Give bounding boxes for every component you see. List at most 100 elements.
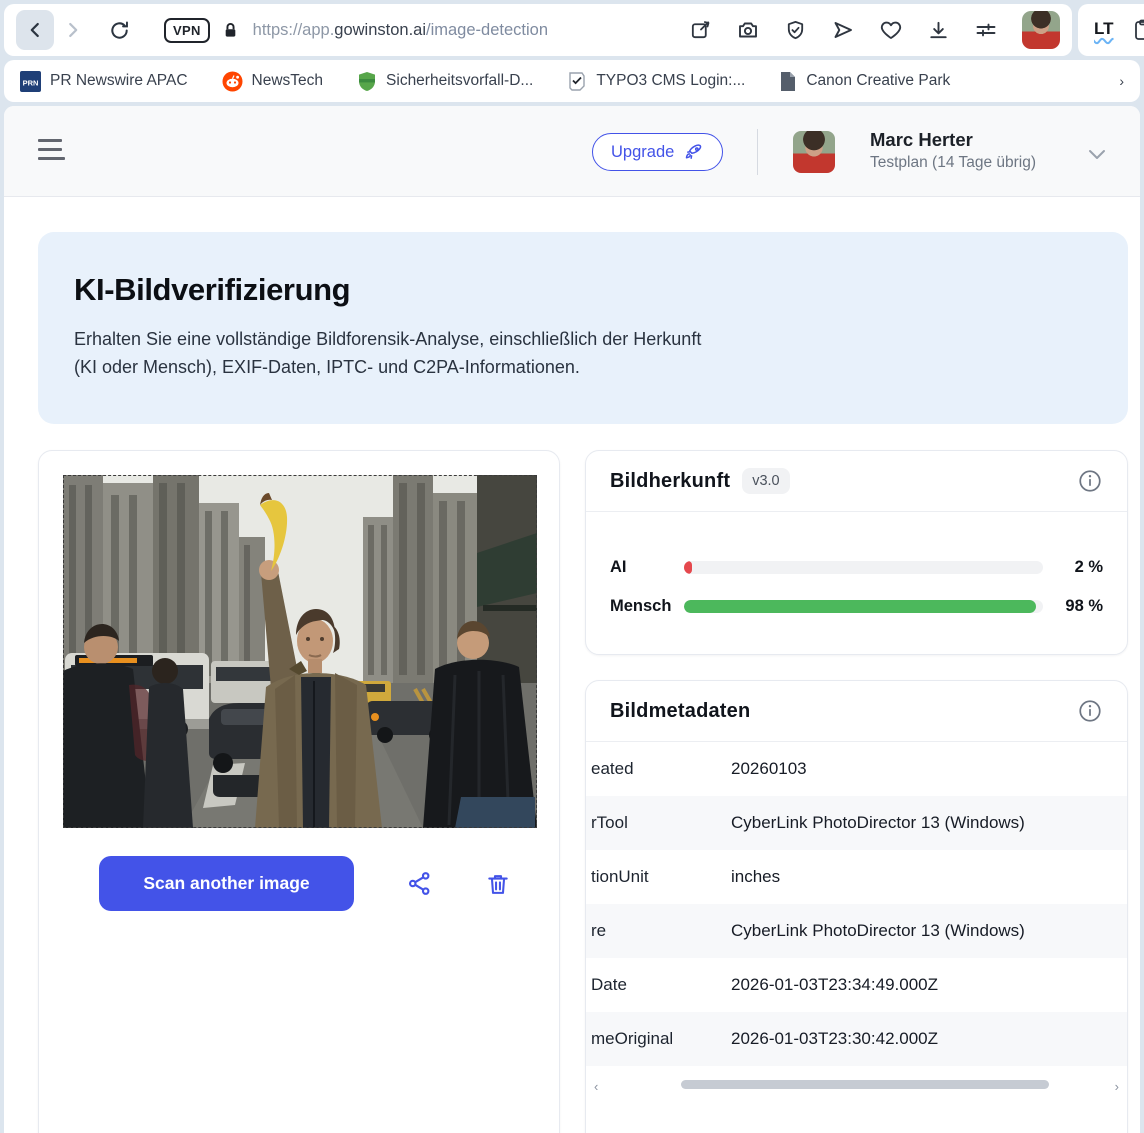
metadata-card: Bildmetadaten eated20260103rToolCyberLin… — [585, 680, 1128, 1133]
progress-fill — [684, 600, 1036, 613]
metadata-title: Bildmetadaten — [610, 700, 750, 723]
bookmark-item[interactable]: TYPO3 CMS Login:... — [567, 71, 745, 92]
scroll-left-chevron[interactable]: ‹ — [594, 1079, 598, 1094]
clipboard-icon[interactable] — [1134, 19, 1144, 41]
metadata-table: eated20260103rToolCyberLink PhotoDirecto… — [586, 742, 1127, 1066]
progress-track — [684, 600, 1043, 613]
download-icon[interactable] — [927, 19, 950, 42]
menu-button[interactable] — [38, 139, 68, 166]
heart-icon[interactable] — [879, 18, 903, 42]
version-badge: v3.0 — [742, 468, 789, 494]
scroll-right-chevron[interactable]: › — [1115, 1079, 1119, 1094]
page-title: KI-Bildverifizierung — [74, 272, 1092, 308]
bookmark-item[interactable]: PRNPR Newswire APAC — [20, 71, 188, 92]
bar-label: AI — [610, 558, 684, 577]
delete-button[interactable] — [485, 871, 511, 897]
metadata-value: CyberLink PhotoDirector 13 (Windows) — [731, 921, 1025, 941]
app-header: Upgrade Marc Herter Testplan (14 Tage üb… — [4, 106, 1140, 197]
upgrade-button[interactable]: Upgrade — [592, 133, 723, 171]
reddit-favicon — [222, 71, 243, 92]
info-icon — [1077, 468, 1103, 494]
bookmark-label: Sicherheitsvorfall-D... — [386, 72, 533, 90]
progress-track — [684, 561, 1043, 574]
bookmarks-bar: PRNPR Newswire APAC NewsTech Sicherheitsvo… — [4, 60, 1140, 102]
send-icon[interactable] — [831, 18, 855, 42]
metadata-key: meOriginal — [586, 1029, 731, 1049]
camera-icon[interactable] — [736, 18, 760, 42]
image-actions: Scan another image — [63, 856, 535, 911]
metadata-key: Date — [586, 975, 731, 995]
forward-icon — [62, 19, 84, 41]
scanned-image-card: Scan another image — [38, 450, 560, 1133]
shield-check-icon[interactable] — [784, 19, 807, 42]
back-button[interactable] — [16, 10, 54, 50]
origin-card: Bildherkunft v3.0 AI 2 % Mensch 98 % — [585, 450, 1128, 655]
languagetool-icon[interactable]: LT — [1094, 19, 1114, 42]
url-text[interactable]: https://app.gowinston.ai/image-detection — [253, 21, 681, 40]
metadata-key: eated — [586, 759, 731, 779]
bookmark-item[interactable]: Sicherheitsvorfall-D... — [357, 71, 533, 92]
prn-favicon: PRN — [20, 71, 41, 92]
browser-profile-avatar[interactable] — [1022, 11, 1060, 49]
metadata-row: eated20260103 — [586, 742, 1127, 796]
bookmark-item[interactable]: Canon Creative Park — [779, 71, 950, 92]
bookmark-label: NewsTech — [252, 72, 324, 90]
reddit-favicon — [222, 71, 243, 92]
back-icon — [24, 19, 46, 41]
scrollbar-thumb[interactable] — [681, 1080, 1049, 1089]
results-column: Bildherkunft v3.0 AI 2 % Mensch 98 % Bildme… — [585, 450, 1128, 1133]
share-icon — [406, 870, 433, 897]
bar-label: Mensch — [610, 597, 684, 616]
compose-icon[interactable] — [689, 19, 712, 42]
scan-another-image-button[interactable]: Scan another image — [99, 856, 354, 911]
checkshield-favicon — [567, 71, 587, 92]
bookmark-item[interactable]: NewsTech — [222, 71, 324, 92]
trash-icon — [485, 871, 511, 897]
origin-info-button[interactable] — [1077, 468, 1103, 494]
progress-fill — [684, 561, 692, 574]
metadata-key: rTool — [586, 813, 731, 833]
document-favicon — [779, 71, 797, 92]
metadata-info-button[interactable] — [1077, 698, 1103, 724]
street-photo-illustration — [63, 475, 537, 828]
metadata-row: rToolCyberLink PhotoDirector 13 (Windows… — [586, 796, 1127, 850]
scanned-image — [63, 475, 537, 828]
metadata-value: 20260103 — [731, 759, 807, 779]
lock-icon[interactable] — [220, 20, 241, 41]
origin-bar-row: AI 2 % — [610, 558, 1103, 577]
intro-banner: KI-Bildverifizierung Erhalten Sie eine v… — [38, 232, 1128, 424]
svg-text:PRN: PRN — [23, 78, 39, 87]
browser-address-bar[interactable]: VPN https://app.gowinston.ai/image-detec… — [4, 4, 1072, 56]
user-plan: Testplan (14 Tage übrig) — [870, 154, 1036, 172]
bookmarks-overflow-chevron[interactable]: › — [1119, 73, 1124, 89]
bar-value: 2 % — [1043, 558, 1103, 577]
bar-value: 98 % — [1043, 597, 1103, 616]
user-avatar[interactable] — [793, 131, 835, 173]
metadata-row: Date2026-01-03T23:34:49.000Z — [586, 958, 1127, 1012]
prn-favicon: PRN — [20, 71, 41, 92]
metadata-value: 2026-01-03T23:30:42.000Z — [731, 1029, 938, 1049]
vpn-badge[interactable]: VPN — [164, 18, 210, 43]
reload-icon — [108, 19, 131, 42]
reload-button[interactable] — [100, 10, 138, 50]
origin-title: Bildherkunft — [610, 470, 730, 493]
metadata-key: re — [586, 921, 731, 941]
metadata-value: CyberLink PhotoDirector 13 (Windows) — [731, 813, 1025, 833]
info-icon — [1077, 698, 1103, 724]
metadata-key: tionUnit — [586, 867, 731, 887]
metadata-value: 2026-01-03T23:34:49.000Z — [731, 975, 938, 995]
typo3-favicon — [567, 71, 587, 92]
shield-favicon — [357, 71, 377, 92]
user-name: Marc Herter — [870, 129, 973, 151]
sliders-icon[interactable] — [974, 18, 998, 42]
document-favicon — [779, 71, 797, 92]
forward-button[interactable] — [54, 10, 92, 50]
metadata-row: reCyberLink PhotoDirector 13 (Windows) — [586, 904, 1127, 958]
rocket-icon — [683, 142, 704, 163]
share-button[interactable] — [406, 870, 433, 897]
metadata-hscrollbar[interactable]: ‹ › — [586, 1072, 1127, 1102]
bookmark-label: TYPO3 CMS Login:... — [596, 72, 745, 90]
chevron-down-icon[interactable] — [1085, 142, 1109, 166]
metadata-row: meOriginal2026-01-03T23:30:42.000Z — [586, 1012, 1127, 1066]
header-divider — [757, 129, 758, 175]
